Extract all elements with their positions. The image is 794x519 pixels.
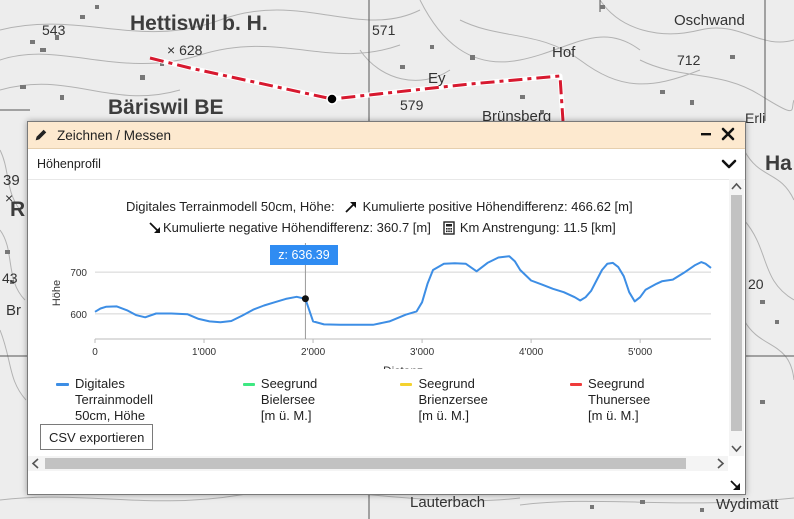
- map-label-br: Br: [6, 302, 21, 319]
- map-label-39: 39: [3, 172, 20, 189]
- x-axis-title: Distanz: [383, 364, 423, 369]
- calculator-icon: [443, 220, 455, 235]
- y-axis-title: Höhe: [51, 280, 63, 306]
- map-label-wydimatt: Wydimatt: [716, 496, 779, 513]
- series-line-dtm: [94, 255, 712, 326]
- arrow-up-right-icon: [344, 201, 356, 213]
- legend-bielersee-line2: Bielersee [m ü. M.]: [260, 392, 316, 423]
- vertical-scroll-thumb[interactable]: [731, 195, 742, 431]
- legend-thunersee-line1: Seegrund: [588, 376, 645, 391]
- map-label-ha: Ha: [765, 152, 792, 175]
- legend-item-brienzersee[interactable]: Seegrund Brienzersee [m ü. M.]: [400, 376, 495, 424]
- csv-export-button[interactable]: CSV exportieren: [40, 424, 154, 450]
- panel-title: Zeichnen / Messen: [57, 127, 172, 143]
- chart-tooltip-text: z: 636.39: [278, 248, 330, 262]
- scroll-up-icon[interactable]: [729, 180, 744, 194]
- y-tick-label: 600: [70, 310, 87, 321]
- map-label-hettiswil: Hettiswil b. H.: [130, 12, 268, 35]
- x-tick-label: 3'000: [410, 347, 435, 358]
- map-label-hof: Hof: [552, 44, 576, 61]
- chart-tooltip: z: 636.39: [270, 245, 338, 265]
- profile-section-title: Höhenprofil: [37, 157, 101, 171]
- scroll-right-icon[interactable]: [713, 456, 727, 471]
- profile-content: Digitales Terrainmodell 50cm, Höhe: Kumu…: [28, 179, 728, 457]
- stats-line-1: Digitales Terrainmodell 50cm, Höhe: Kumu…: [126, 199, 633, 214]
- profile-section-header[interactable]: Höhenprofil: [28, 149, 745, 180]
- stat-positive-diff: Kumulierte positive Höhendifferenz: 466.…: [362, 199, 633, 214]
- x-tick-label: 2'000: [301, 347, 326, 358]
- legend-brienzersee-line1: Seegrund: [418, 376, 475, 391]
- legend-item-bielersee[interactable]: Seegrund Bielersee [m ü. M.]: [243, 376, 325, 424]
- map-label-543: 543: [42, 22, 66, 38]
- legend-swatch-dtm: [56, 383, 69, 386]
- x-tick-label: 5'000: [628, 347, 653, 358]
- horizontal-scroll-thumb[interactable]: [45, 458, 686, 469]
- scroll-down-icon[interactable]: [729, 441, 744, 455]
- map-label-oschwand: Oschwand: [674, 12, 745, 29]
- map-label-r: R: [10, 198, 26, 221]
- panel-header[interactable]: Zeichnen / Messen: [28, 122, 745, 149]
- elevation-profile-chart[interactable]: 600 700 0 1'000 2'000 3'000 4'000 5'000 Distanz H…: [28, 241, 728, 369]
- legend-swatch-bielersee: [243, 383, 255, 386]
- map-label-ey: Ey: [428, 70, 446, 87]
- x-tick-label: 0: [92, 347, 98, 358]
- map-label-erli: Erli: [745, 110, 766, 126]
- minimize-icon[interactable]: [697, 125, 715, 143]
- map-label-20: 20: [748, 276, 764, 292]
- map-label-712: 712: [677, 52, 701, 68]
- arrow-down-right-icon: [149, 221, 160, 233]
- legend-dtm-line1: Digitales Terrainmodell: [74, 376, 154, 407]
- map-label-43: 43: [2, 270, 18, 286]
- pencil-icon: [35, 129, 47, 141]
- scroll-left-icon[interactable]: [29, 456, 43, 471]
- legend-item-thunersee[interactable]: Seegrund Thunersee [m ü. M.]: [570, 376, 658, 424]
- legend-brienzersee-line2: Brienzersee [m ü. M.]: [418, 392, 488, 423]
- map-label-bariswil: Bäriswil BE: [108, 96, 224, 119]
- legend-thunersee-line2: Thunersee [m ü. M.]: [588, 392, 651, 423]
- resize-handle-icon[interactable]: [728, 478, 742, 492]
- legend-item-dtm[interactable]: Digitales Terrainmodell 50cm, Höhe: [56, 376, 160, 424]
- legend-swatch-thunersee: [570, 383, 583, 386]
- x-tick-label: 4'000: [519, 347, 544, 358]
- chevron-down-icon[interactable]: [721, 158, 737, 170]
- route-position-marker: [326, 93, 338, 105]
- vertical-scrollbar[interactable]: [729, 179, 744, 456]
- legend-bielersee-line1: Seegrund: [260, 376, 318, 391]
- stat-negative-diff: Kumulierte negative Höhendifferenz: 360.…: [163, 220, 431, 235]
- map-label-628: × 628: [167, 42, 203, 58]
- map-label-lauterbach: Lauterbach: [410, 494, 486, 511]
- close-icon[interactable]: [719, 125, 737, 143]
- x-tick-label: 1'000: [192, 347, 217, 358]
- map-label-579: 579: [400, 97, 424, 113]
- stats-line-2: Kumulierte negative Höhendifferenz: 360.…: [148, 220, 616, 235]
- draw-measure-panel: Zeichnen / Messen Höhenprofil Digitales …: [27, 121, 746, 495]
- stat-model-label: Digitales Terrainmodell 50cm, Höhe:: [126, 199, 335, 214]
- y-tick-label: 700: [70, 268, 87, 279]
- horizontal-scrollbar[interactable]: [28, 456, 728, 471]
- legend-dtm-line2: 50cm, Höhe: [74, 408, 146, 423]
- legend-swatch-brienzersee: [400, 383, 413, 386]
- stat-km-effort: Km Anstrengung: 11.5 [km]: [459, 220, 616, 235]
- map-label-571: 571: [372, 22, 396, 38]
- highlight-point: [301, 295, 309, 303]
